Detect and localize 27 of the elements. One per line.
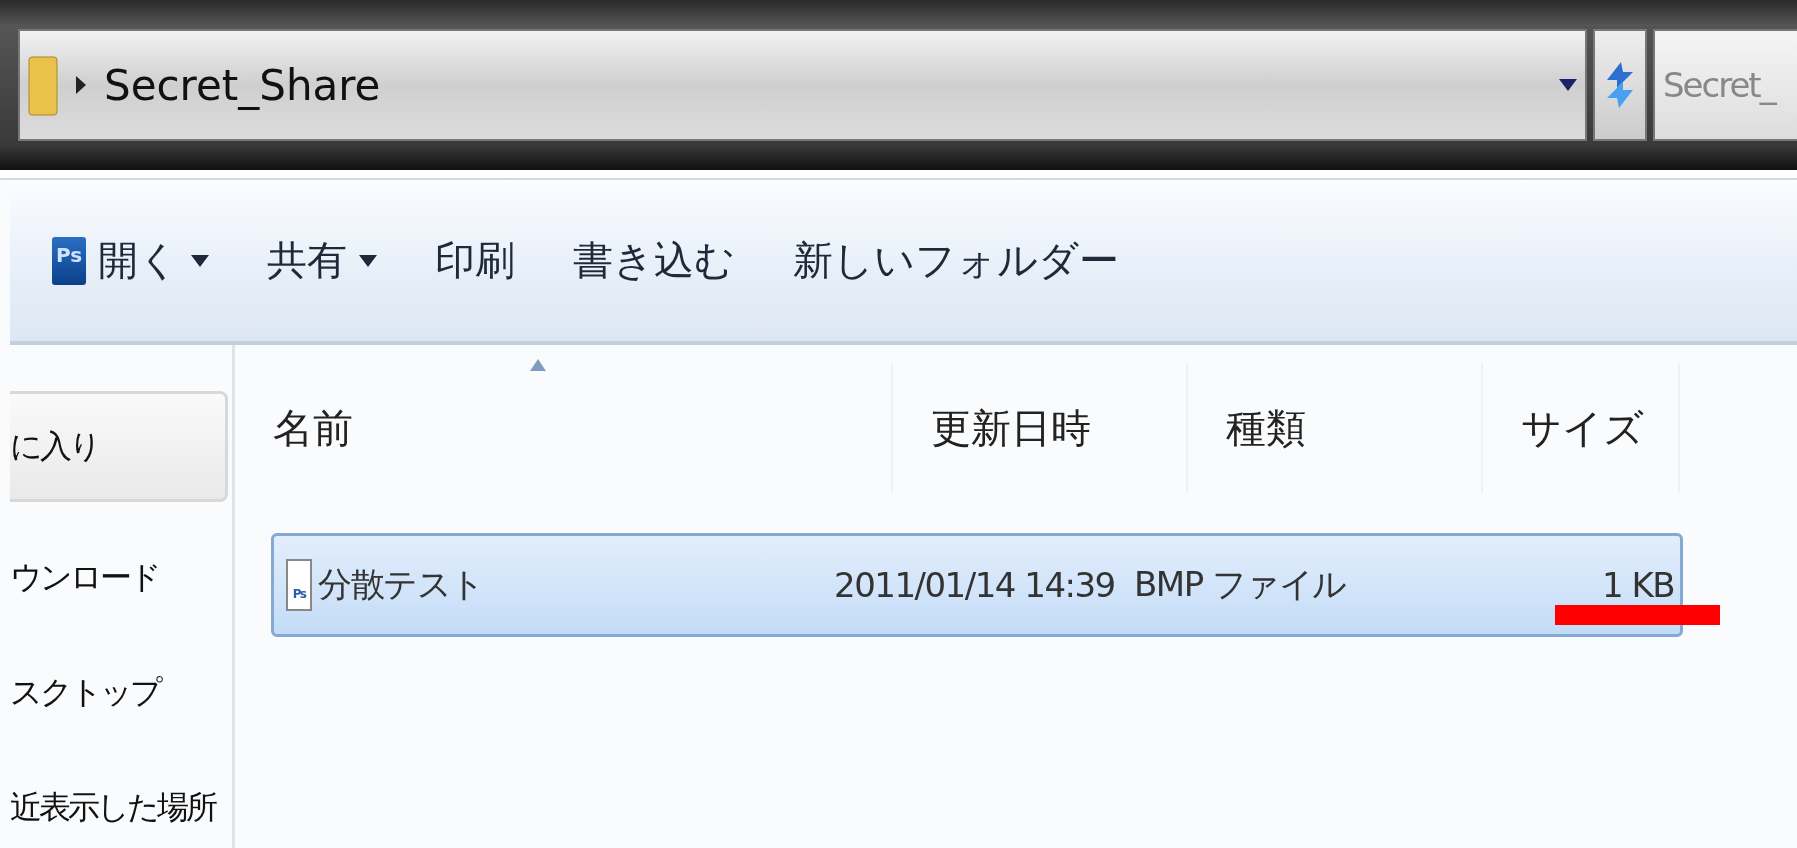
sort-arrow-icon <box>530 359 547 371</box>
file-type: BMP ファイル <box>1134 563 1347 606</box>
file-icon: Ps <box>286 559 312 611</box>
sidebar-item[interactable]: スクトップ <box>10 653 232 733</box>
photoshop-icon: Ps <box>52 236 86 285</box>
column-header[interactable]: サイズ <box>1483 363 1680 493</box>
address-bar[interactable]: Secret_Share <box>18 29 1587 141</box>
dropdown-icon[interactable] <box>1559 79 1577 91</box>
column-header[interactable]: 更新日時 <box>893 363 1188 493</box>
toolbar-button[interactable]: Ps 開く <box>52 233 209 288</box>
column-header[interactable]: 種類 <box>1188 363 1483 493</box>
address-path: Secret_Share <box>104 60 382 110</box>
chevron-icon <box>76 76 86 94</box>
column-header[interactable]: 名前 <box>235 363 893 493</box>
sidebar-item[interactable]: に入り <box>10 391 228 503</box>
file-row[interactable]: Ps 分散テスト 2011/01/14 14:39 BMP ファイル 1 KB <box>271 533 1683 637</box>
refresh-button[interactable] <box>1593 29 1647 141</box>
file-name: Ps 分散テスト <box>274 559 834 611</box>
folder-icon <box>28 53 58 117</box>
modified-date: 2011/01/14 14:39 <box>834 565 1116 605</box>
toolbar-button[interactable]: 新しいフォルダー <box>793 233 1119 288</box>
sidebar-item[interactable]: 近表示した場所 <box>10 768 232 848</box>
toolbar-button[interactable]: 共有 <box>267 233 377 288</box>
sidebar-item[interactable]: ウンロード <box>10 538 232 618</box>
file-size: 1 KB <box>1600 565 1675 605</box>
toolbar-button[interactable]: 書き込む <box>573 233 735 288</box>
toolbar-button[interactable]: 印刷 <box>435 233 515 288</box>
